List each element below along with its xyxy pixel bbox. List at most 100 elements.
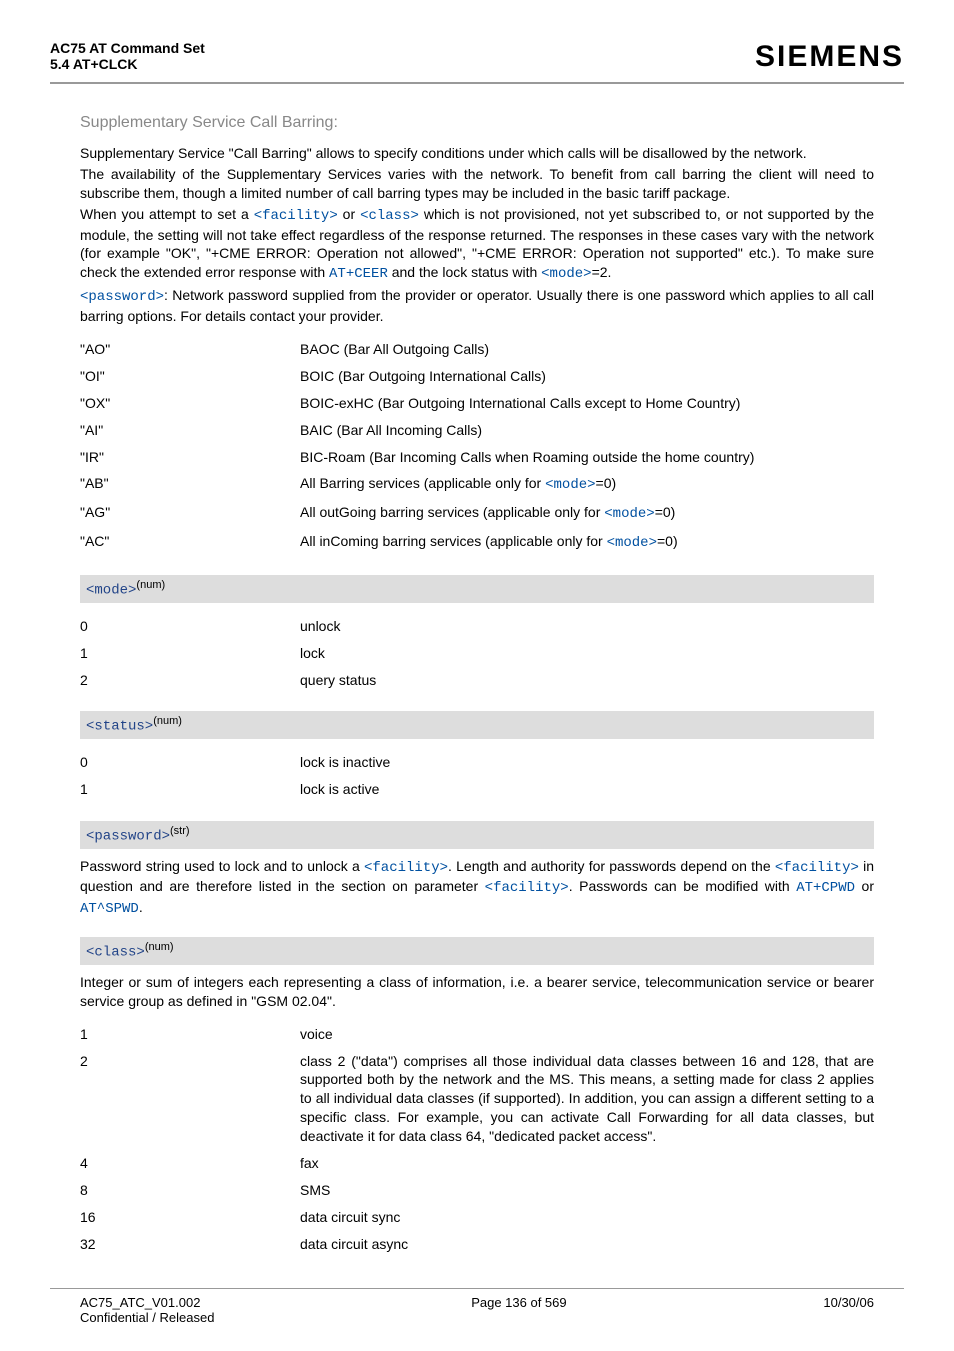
password-param-sup: (str) bbox=[170, 825, 190, 837]
class-key: 8 bbox=[80, 1177, 300, 1204]
mode-link[interactable]: <mode> bbox=[604, 506, 654, 522]
p3-text-b: or bbox=[338, 206, 360, 222]
fac-post: =0) bbox=[655, 504, 676, 520]
mode-val: query status bbox=[300, 667, 874, 694]
p3-text-a: When you attempt to set a bbox=[80, 206, 254, 222]
atspwd-link[interactable]: AT^SPWD bbox=[80, 901, 139, 917]
doc-title: AC75 AT Command Set bbox=[50, 40, 205, 56]
fac-key: "IR" bbox=[80, 444, 300, 471]
fac-val: BAIC (Bar All Incoming Calls) bbox=[300, 417, 874, 444]
fac-pre: All outGoing barring services (applicabl… bbox=[300, 504, 604, 520]
class-link[interactable]: <class> bbox=[360, 208, 419, 224]
fac-val: BAOC (Bar All Outgoing Calls) bbox=[300, 336, 874, 363]
mode-key: 1 bbox=[80, 640, 300, 667]
pw-d: . Passwords can be modified with bbox=[569, 878, 797, 894]
facility-link[interactable]: <facility> bbox=[364, 860, 448, 876]
fac-val: All Barring services (applicable only fo… bbox=[300, 470, 874, 499]
status-param-header: <status>(num) bbox=[80, 711, 874, 739]
fac-key: "AI" bbox=[80, 417, 300, 444]
status-key: 1 bbox=[80, 776, 300, 803]
table-row: "AG"All outGoing barring services (appli… bbox=[80, 499, 874, 528]
fac-val: BIC-Roam (Bar Incoming Calls when Roamin… bbox=[300, 444, 874, 471]
footer-version: AC75_ATC_V01.002 bbox=[80, 1295, 214, 1310]
pw-b: . Length and authority for passwords dep… bbox=[448, 858, 775, 874]
class-table: 1voice 2class 2 ("data") comprises all t… bbox=[80, 1021, 874, 1258]
mode-link[interactable]: <mode> bbox=[545, 477, 595, 493]
table-row: 1voice bbox=[80, 1021, 874, 1048]
mode-param-header: <mode>(num) bbox=[80, 575, 874, 603]
table-row: "AC"All inComing barring services (appli… bbox=[80, 528, 874, 557]
paragraph-2: The availability of the Supplementary Se… bbox=[80, 165, 874, 203]
table-row: "AI"BAIC (Bar All Incoming Calls) bbox=[80, 417, 874, 444]
mode-link[interactable]: <mode> bbox=[607, 535, 657, 551]
class-val: data circuit sync bbox=[300, 1204, 874, 1231]
status-table: 0lock is inactive 1lock is active bbox=[80, 749, 874, 803]
password-param-header: <password>(str) bbox=[80, 821, 874, 849]
table-row: 1lock bbox=[80, 640, 874, 667]
status-param-sup: (num) bbox=[153, 715, 182, 727]
class-val: data circuit async bbox=[300, 1231, 874, 1258]
facility-link[interactable]: <facility> bbox=[775, 860, 859, 876]
mode-table: 0unlock 1lock 2query status bbox=[80, 613, 874, 694]
class-val: voice bbox=[300, 1021, 874, 1048]
class-val: fax bbox=[300, 1150, 874, 1177]
footer-classification: Confidential / Released bbox=[80, 1310, 214, 1325]
section-title: Supplementary Service Call Barring: bbox=[80, 114, 874, 132]
class-param-sup: (num) bbox=[145, 941, 174, 953]
table-row: 1lock is active bbox=[80, 776, 874, 803]
doc-section: 5.4 AT+CLCK bbox=[50, 56, 205, 72]
footer: AC75_ATC_V01.002 Confidential / Released… bbox=[50, 1289, 904, 1325]
facility-link[interactable]: <facility> bbox=[254, 208, 338, 224]
facility-link[interactable]: <facility> bbox=[485, 880, 569, 896]
password-desc: Password string used to lock and to unlo… bbox=[80, 857, 874, 920]
class-key: 4 bbox=[80, 1150, 300, 1177]
class-param-name[interactable]: <class> bbox=[86, 945, 145, 961]
fac-post: =0) bbox=[596, 475, 617, 491]
fac-key: "AC" bbox=[80, 528, 300, 557]
atcpwd-link[interactable]: AT+CPWD bbox=[796, 880, 855, 896]
fac-key: "AO" bbox=[80, 336, 300, 363]
footer-date: 10/30/06 bbox=[823, 1295, 874, 1325]
fac-key: "OX" bbox=[80, 390, 300, 417]
brand-logo: SIEMENS bbox=[755, 40, 904, 74]
header-divider bbox=[50, 82, 904, 84]
table-row: 32data circuit async bbox=[80, 1231, 874, 1258]
status-val: lock is inactive bbox=[300, 749, 874, 776]
pw-e: or bbox=[855, 878, 874, 894]
table-row: 16data circuit sync bbox=[80, 1204, 874, 1231]
class-param-header: <class>(num) bbox=[80, 937, 874, 965]
table-row: "OI"BOIC (Bar Outgoing International Cal… bbox=[80, 363, 874, 390]
atceer-link[interactable]: AT+CEER bbox=[329, 266, 388, 282]
mode-link[interactable]: <mode> bbox=[541, 266, 591, 282]
mode-param-sup: (num) bbox=[136, 579, 165, 591]
table-row: 2query status bbox=[80, 667, 874, 694]
table-row: "AB"All Barring services (applicable onl… bbox=[80, 470, 874, 499]
status-param-name[interactable]: <status> bbox=[86, 719, 153, 735]
table-row: 8SMS bbox=[80, 1177, 874, 1204]
paragraph-4: <password>: Network password supplied fr… bbox=[80, 286, 874, 326]
class-val: SMS bbox=[300, 1177, 874, 1204]
pw-a: Password string used to lock and to unlo… bbox=[80, 858, 364, 874]
mode-key: 0 bbox=[80, 613, 300, 640]
table-row: "OX"BOIC-exHC (Bar Outgoing Internationa… bbox=[80, 390, 874, 417]
class-key: 1 bbox=[80, 1021, 300, 1048]
mode-val: unlock bbox=[300, 613, 874, 640]
class-desc: Integer or sum of integers each represen… bbox=[80, 973, 874, 1011]
table-row: 4fax bbox=[80, 1150, 874, 1177]
table-row: "IR"BIC-Roam (Bar Incoming Calls when Ro… bbox=[80, 444, 874, 471]
fac-val: All inComing barring services (applicabl… bbox=[300, 528, 874, 557]
header-left: AC75 AT Command Set 5.4 AT+CLCK bbox=[50, 40, 205, 72]
pw-f: . bbox=[139, 899, 143, 915]
footer-left: AC75_ATC_V01.002 Confidential / Released bbox=[80, 1295, 214, 1325]
fac-key: "OI" bbox=[80, 363, 300, 390]
p3-text-e: =2. bbox=[592, 264, 612, 280]
class-val: class 2 ("data") comprises all those ind… bbox=[300, 1048, 874, 1150]
fac-pre: All inComing barring services (applicabl… bbox=[300, 533, 607, 549]
fac-val: BOIC-exHC (Bar Outgoing International Ca… bbox=[300, 390, 874, 417]
table-row: 2class 2 ("data") comprises all those in… bbox=[80, 1048, 874, 1150]
password-param-name[interactable]: <password> bbox=[86, 829, 170, 845]
password-link[interactable]: <password> bbox=[80, 289, 164, 305]
fac-val: All outGoing barring services (applicabl… bbox=[300, 499, 874, 528]
class-key: 32 bbox=[80, 1231, 300, 1258]
mode-param-name[interactable]: <mode> bbox=[86, 583, 136, 599]
